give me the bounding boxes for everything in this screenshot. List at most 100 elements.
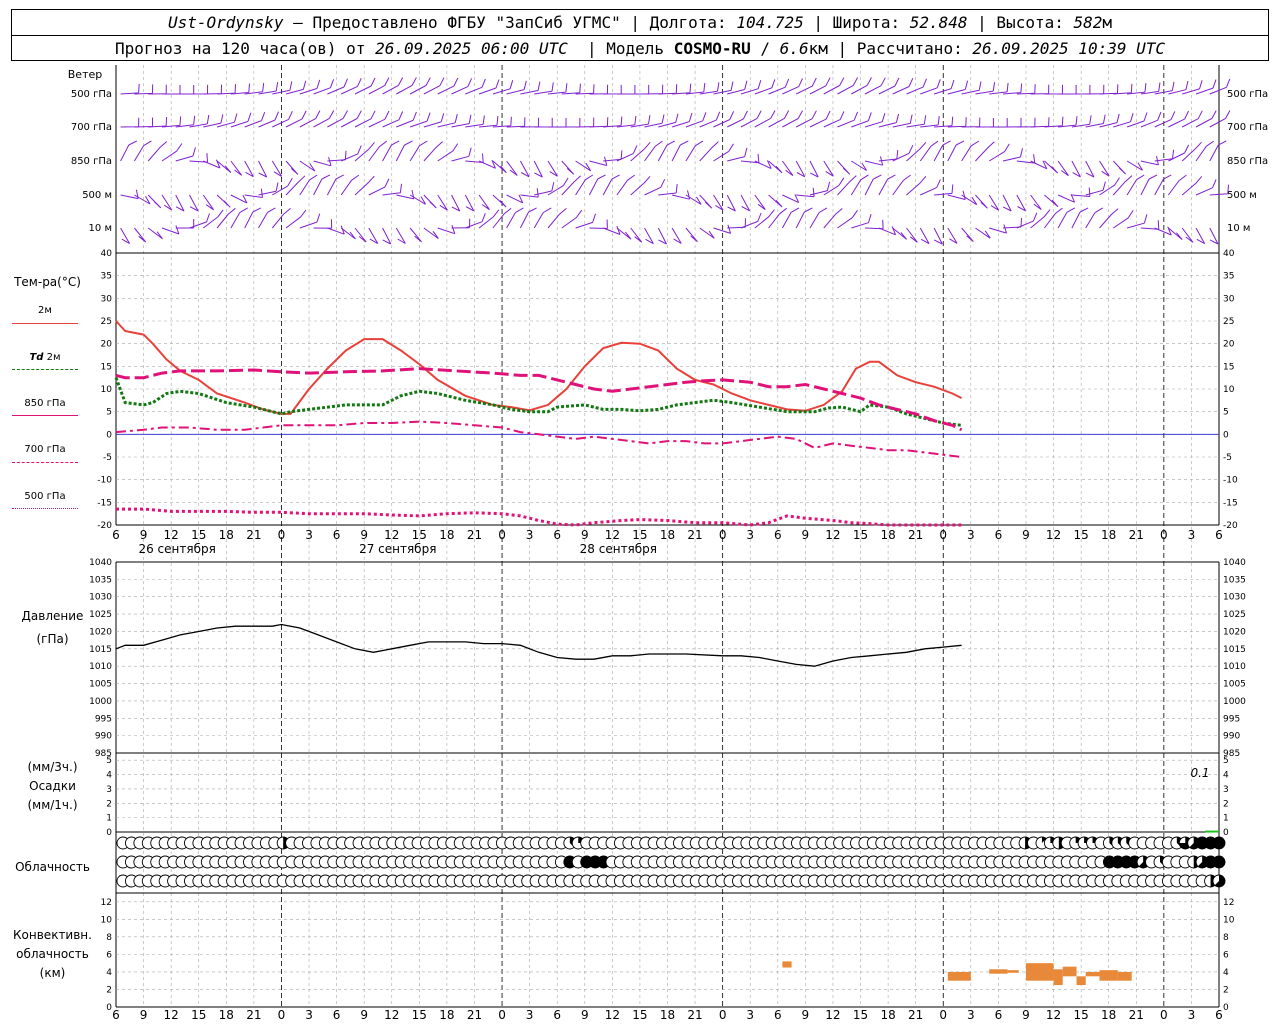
wind-barb xyxy=(657,227,667,245)
wind-barb xyxy=(1030,194,1042,210)
wind-barb xyxy=(892,174,911,196)
wind-barb xyxy=(919,227,930,245)
wind-barb xyxy=(175,194,185,212)
wind-barb xyxy=(781,207,800,229)
wind-barb xyxy=(202,194,215,211)
wind-barb xyxy=(409,77,431,95)
temp-tick-left: 30 xyxy=(101,294,113,304)
wind-barb xyxy=(395,227,406,244)
x-tick-bottom: 3 xyxy=(305,1008,313,1022)
wind-barb xyxy=(519,160,530,178)
wind-barb xyxy=(1058,85,1077,95)
wind-barb xyxy=(1071,160,1081,178)
wind-barb xyxy=(864,174,882,196)
conv-tick-right: 10 xyxy=(1223,915,1235,925)
wind-barb xyxy=(878,77,900,95)
wind-barb xyxy=(189,194,199,212)
wind-barb xyxy=(340,174,360,196)
day-label: 27 сентября xyxy=(359,542,436,556)
wind-barb xyxy=(465,115,485,128)
wind-barb xyxy=(506,160,518,176)
wind-barb xyxy=(713,224,732,234)
wind-barb xyxy=(230,112,252,128)
wind-barb xyxy=(1113,210,1134,229)
wind-barb xyxy=(299,79,321,95)
precip-title-1: (мм/3ч.) xyxy=(27,760,78,774)
precip-tick-left: 0 xyxy=(106,828,112,838)
wind-barb xyxy=(423,227,439,240)
wind-barb xyxy=(133,140,152,162)
conv-tick-left: 12 xyxy=(101,898,112,908)
wind-barb xyxy=(547,160,558,177)
wind-barb xyxy=(947,80,969,95)
x-tick-bottom: 15 xyxy=(632,1008,647,1022)
wind-barb xyxy=(823,77,845,95)
wind-barb xyxy=(809,77,831,95)
x-tick-bottom: 18 xyxy=(439,1008,454,1022)
x-tick-bottom: 3 xyxy=(746,1008,754,1022)
wind-barb xyxy=(865,219,884,230)
wind-barb xyxy=(727,80,748,95)
wind-barb xyxy=(864,77,886,95)
cloud-fill xyxy=(1213,856,1225,868)
wind-barb xyxy=(906,115,927,128)
wind-barb xyxy=(120,140,138,162)
wind-barb xyxy=(175,85,195,95)
wind-barb xyxy=(313,156,332,167)
wind-barb xyxy=(947,140,965,162)
temp-tick-left: -15 xyxy=(97,498,112,508)
conv-tick-right: 12 xyxy=(1223,898,1234,908)
wind-barb xyxy=(740,79,762,95)
wind-barb xyxy=(299,160,316,172)
wind-barb xyxy=(147,141,168,162)
wind-barb xyxy=(795,207,813,229)
conv-bar xyxy=(1053,969,1063,986)
x-tick-bottom: 12 xyxy=(1046,1008,1061,1022)
x-tick-bottom: 12 xyxy=(384,1008,399,1022)
wind-barb xyxy=(1099,160,1110,177)
wind-level-left: 500 м xyxy=(82,190,112,201)
pressure-tick-right: 1035 xyxy=(1223,575,1246,585)
wind-barb xyxy=(768,194,783,208)
wind-barb xyxy=(630,175,651,196)
wind-barb xyxy=(1181,176,1203,196)
wind-barb xyxy=(120,189,139,200)
precip-note: 0.1 xyxy=(1190,766,1210,780)
temp-tick-left: 40 xyxy=(101,249,113,259)
wind-barb xyxy=(1126,160,1143,171)
x-tick-top: 15 xyxy=(412,528,427,542)
x-tick-top: 18 xyxy=(880,528,895,542)
x-tick-top: 6 xyxy=(112,528,120,542)
x-tick-top: 9 xyxy=(581,528,589,542)
wind-barb xyxy=(630,141,651,162)
wind-barb xyxy=(340,110,362,128)
wind-barb xyxy=(906,175,927,196)
conv-tick-right: 6 xyxy=(1223,950,1229,960)
x-tick-top: 6 xyxy=(1215,528,1223,542)
wind-barb xyxy=(327,110,348,128)
conv-title-3: (км) xyxy=(39,966,66,980)
precip-tick-left: 3 xyxy=(106,785,112,795)
x-tick-bottom: 18 xyxy=(880,1008,895,1022)
wind-barb xyxy=(713,81,734,95)
wind-barb xyxy=(589,84,609,95)
conv-tick-left: 6 xyxy=(106,950,112,960)
wind-barb xyxy=(148,84,167,95)
precip-tick-right: 2 xyxy=(1223,799,1229,809)
wind-barb xyxy=(561,117,581,128)
legend-2m: 2м xyxy=(38,305,52,316)
conv-tick-left: 10 xyxy=(101,915,113,925)
wind-barb xyxy=(1057,160,1069,177)
wind-barb xyxy=(134,194,151,205)
x-tick-top: 18 xyxy=(439,528,454,542)
pressure-tick-left: 1000 xyxy=(89,697,112,707)
conv-tick-right: 4 xyxy=(1223,968,1229,978)
wind-barb xyxy=(478,209,500,229)
wind-barb xyxy=(1140,174,1158,196)
x-tick-top: 9 xyxy=(802,528,810,542)
x-tick-top: 15 xyxy=(853,528,868,542)
x-tick-bottom: 6 xyxy=(995,1008,1003,1022)
wind-barb xyxy=(437,225,456,235)
conv-bar xyxy=(1007,970,1019,973)
wind-barb xyxy=(851,77,872,95)
